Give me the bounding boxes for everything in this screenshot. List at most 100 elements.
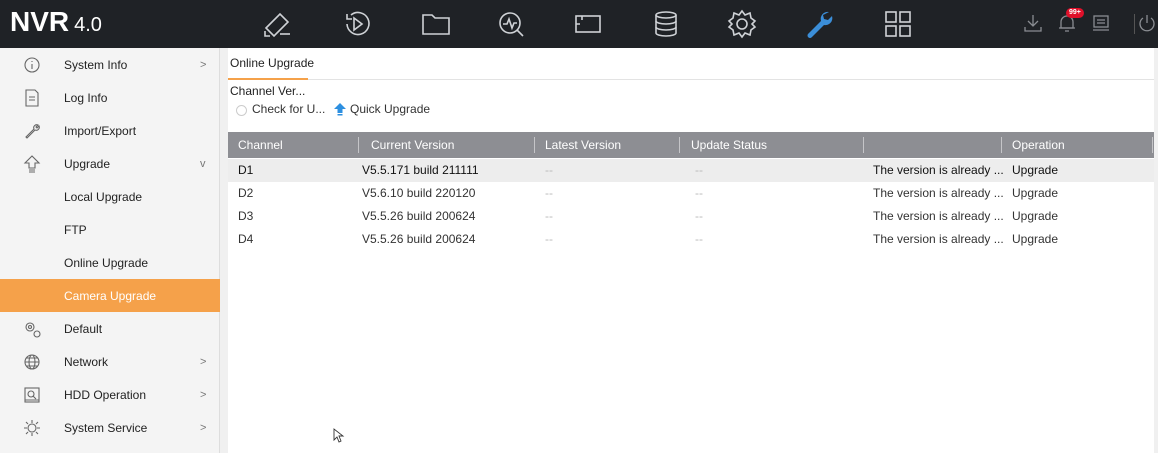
layout-icon[interactable] xyxy=(880,6,916,42)
device-icon[interactable] xyxy=(1090,12,1112,37)
globe-icon xyxy=(22,352,42,372)
system-service-icon xyxy=(22,418,42,438)
sidebar-item-upgrade[interactable]: Upgrade v xyxy=(0,147,220,180)
cell-update-status: -- xyxy=(695,186,703,200)
sidebar-item-system-service[interactable]: System Service > xyxy=(0,411,220,444)
check-for-upgrade-label[interactable]: Check for U... xyxy=(252,102,325,116)
sidebar-item-label: System Service xyxy=(64,420,148,435)
sidebar-item-import-export[interactable]: Import/Export xyxy=(0,114,220,147)
table-row[interactable]: D4 V5.5.26 build 200624 -- -- The versio… xyxy=(228,228,1154,251)
settings-icon[interactable] xyxy=(724,6,760,42)
cell-channel: D4 xyxy=(238,232,254,246)
hdd-icon xyxy=(22,385,42,405)
sidebar-item-label: Camera Upgrade xyxy=(64,288,157,303)
app-logo: NVR 4.0 xyxy=(10,6,102,38)
chevron-right-icon: > xyxy=(200,388,207,401)
sidebar-item-hdd-operation[interactable]: HDD Operation > xyxy=(0,378,220,411)
upgrade-link[interactable]: Upgrade xyxy=(1002,205,1058,228)
cell-channel: D2 xyxy=(238,186,254,200)
mouse-cursor-icon xyxy=(333,428,345,444)
column-divider xyxy=(863,137,864,153)
cell-status-message: The version is already ... xyxy=(873,209,1004,223)
upgrade-link[interactable]: Upgrade xyxy=(1002,228,1058,251)
sidebar-item-local-upgrade[interactable]: Local Upgrade xyxy=(0,180,220,213)
cell-current-version: V5.6.10 build 220120 xyxy=(362,186,476,200)
section-title: Channel Ver... xyxy=(230,84,306,98)
top-bar: NVR 4.0 99+ xyxy=(0,0,1158,48)
smart-analysis-icon[interactable] xyxy=(493,6,529,42)
cell-status-message: The version is already ... xyxy=(873,232,1004,246)
chevron-right-icon: > xyxy=(200,355,207,368)
tab-online-upgrade[interactable]: Online Upgrade xyxy=(230,56,314,78)
chevron-down-icon: v xyxy=(200,157,206,170)
top-bar-divider xyxy=(1134,14,1135,34)
logo-main: NVR xyxy=(10,6,70,37)
cell-update-status: -- xyxy=(695,232,703,246)
column-header-channel: Channel xyxy=(238,138,283,152)
column-header-status-message xyxy=(865,132,875,158)
cell-channel: D3 xyxy=(238,209,254,223)
quick-upgrade-icon[interactable] xyxy=(333,102,347,116)
cell-status-message: The version is already ... xyxy=(873,163,1004,177)
sidebar-item-label: HDD Operation xyxy=(64,387,147,402)
sidebar-item-label: Import/Export xyxy=(64,123,137,138)
check-for-upgrade-radio[interactable] xyxy=(236,105,247,116)
quick-upgrade-button[interactable]: Quick Upgrade xyxy=(350,102,430,116)
cell-current-version: V5.5.171 build 211111 xyxy=(362,163,479,177)
default-icon xyxy=(22,319,42,339)
sidebar-item-system-info[interactable]: System Info > xyxy=(0,48,220,81)
playback-icon[interactable] xyxy=(339,6,375,42)
camera-icon[interactable] xyxy=(570,6,606,42)
live-view-icon[interactable] xyxy=(260,6,296,42)
cell-update-status: -- xyxy=(695,163,703,177)
main-panel: Online Upgrade Channel Ver... Check for … xyxy=(228,48,1154,453)
cell-latest-version: -- xyxy=(545,209,553,223)
file-icon[interactable] xyxy=(418,6,454,42)
upgrade-icon xyxy=(22,154,42,174)
logo-version: 4.0 xyxy=(74,14,102,36)
sidebar-item-label: FTP xyxy=(64,222,87,237)
table-row[interactable]: D1 V5.5.171 build 211111 -- -- The versi… xyxy=(228,159,1154,182)
download-icon[interactable] xyxy=(1022,12,1044,37)
sidebar-item-camera-upgrade[interactable]: Camera Upgrade xyxy=(0,279,220,312)
cell-latest-version: -- xyxy=(545,186,553,200)
column-header-latest-version: Latest Version xyxy=(545,138,622,152)
cell-status-message: The version is already ... xyxy=(873,186,1004,200)
sidebar-item-label: Network xyxy=(64,354,109,369)
alarm-badge: 99+ xyxy=(1066,8,1084,18)
sidebar-item-label: Log Info xyxy=(64,90,108,105)
chevron-right-icon: > xyxy=(200,421,207,434)
sidebar-item-online-upgrade[interactable]: Online Upgrade xyxy=(0,246,220,279)
sidebar-item-label: Default xyxy=(64,321,103,336)
sidebar-item-default[interactable]: Default xyxy=(0,312,220,345)
alarm-icon[interactable]: 99+ xyxy=(1056,8,1084,37)
sidebar-item-ftp[interactable]: FTP xyxy=(0,213,220,246)
table-header: Channel Current Version Latest Version U… xyxy=(228,132,1154,158)
import-export-icon xyxy=(22,121,42,141)
cell-current-version: V5.5.26 build 200624 xyxy=(362,209,476,223)
sidebar-item-log-info[interactable]: Log Info xyxy=(0,81,220,114)
table-row[interactable]: D3 V5.5.26 build 200624 -- -- The versio… xyxy=(228,205,1154,228)
upgrade-link[interactable]: Upgrade xyxy=(1002,182,1058,205)
maintenance-icon[interactable] xyxy=(801,6,837,42)
chevron-right-icon: > xyxy=(200,58,207,71)
document-icon xyxy=(22,88,42,108)
cell-channel: D1 xyxy=(238,163,254,177)
info-icon xyxy=(22,55,42,75)
sidebar-item-network[interactable]: Network > xyxy=(0,345,220,378)
column-divider xyxy=(358,137,359,153)
cell-update-status: -- xyxy=(695,209,703,223)
active-tab-indicator xyxy=(228,78,308,80)
cell-latest-version: -- xyxy=(545,232,553,246)
upgrade-link[interactable]: Upgrade xyxy=(1002,159,1058,182)
cell-current-version: V5.5.26 build 200624 xyxy=(362,232,476,246)
column-divider xyxy=(1152,137,1153,153)
power-icon[interactable] xyxy=(1136,12,1158,37)
storage-icon[interactable] xyxy=(648,6,684,42)
table-row[interactable]: D2 V5.6.10 build 220120 -- -- The versio… xyxy=(228,182,1154,205)
sidebar-item-label: Online Upgrade xyxy=(64,255,149,270)
tab-divider xyxy=(228,79,1154,80)
column-header-update-status: Update Status xyxy=(691,138,768,152)
column-header-current-version: Current Version xyxy=(371,138,455,152)
cell-latest-version: -- xyxy=(545,163,553,177)
